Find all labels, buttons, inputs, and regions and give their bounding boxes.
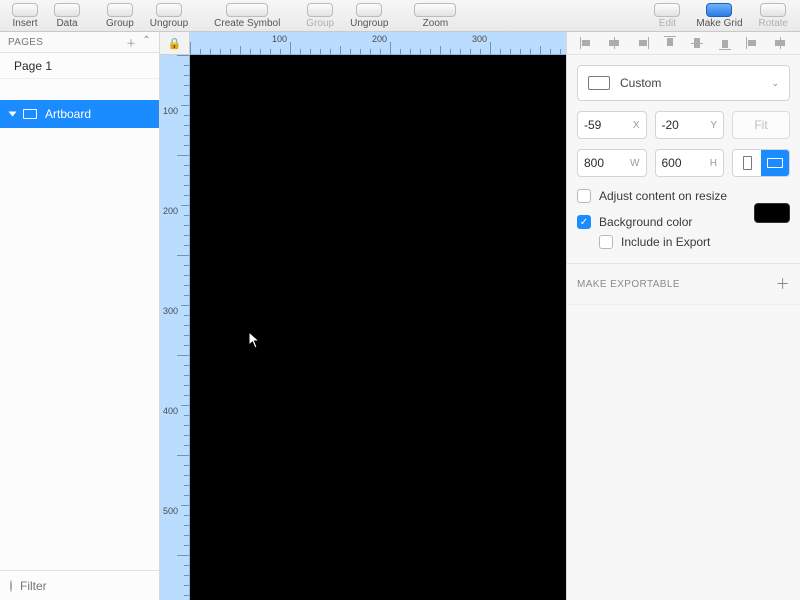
artboard-icon <box>23 109 37 119</box>
tb-ungroup[interactable]: Ungroup <box>142 0 196 29</box>
tb-insert[interactable]: Insert <box>4 0 46 29</box>
include-checkbox[interactable] <box>599 235 613 249</box>
filter-input[interactable] <box>20 579 175 593</box>
h-field[interactable]: H <box>655 149 725 177</box>
align-left-icon[interactable] <box>580 37 594 49</box>
add-page-icon[interactable]: ＋ <box>126 35 136 50</box>
w-field[interactable]: W <box>577 149 647 177</box>
layer-label: Artboard <box>45 107 91 121</box>
chevron-down-icon: ⌄ <box>771 78 779 89</box>
tb-data[interactable]: Data <box>46 0 88 29</box>
layer-artboard[interactable]: Artboard <box>0 100 159 128</box>
include-export-row[interactable]: Include in Export <box>599 235 790 249</box>
canvas[interactable] <box>190 55 566 600</box>
disclosure-icon[interactable] <box>9 112 17 117</box>
layers-list: Artboard <box>0 79 159 570</box>
device-icon <box>588 76 610 90</box>
tb-group-2: Group <box>298 0 342 29</box>
toolbar: Insert Data Group Ungroup Create Symbol … <box>0 0 800 32</box>
fit-button[interactable]: Fit <box>732 111 790 139</box>
distribute-v-icon[interactable] <box>773 37 787 49</box>
bg-color-swatch[interactable] <box>754 203 790 223</box>
filter-bar <box>0 570 159 600</box>
tb-create-symbol[interactable]: Create Symbol <box>206 0 288 29</box>
tb-zoom[interactable]: Zoom <box>406 0 464 29</box>
artboard-surface[interactable] <box>190 55 566 600</box>
left-panel: PAGES ＋ ⌃ Page 1 Artboard <box>0 32 160 600</box>
adjust-checkbox[interactable] <box>577 189 591 203</box>
ruler-corner[interactable]: 🔒 <box>160 32 190 55</box>
align-top-icon[interactable] <box>664 36 676 50</box>
distribute-h-icon[interactable] <box>746 37 760 49</box>
x-field[interactable]: X <box>577 111 647 139</box>
orientation-toggle[interactable] <box>732 149 790 177</box>
size-preset-label: Custom <box>620 76 661 90</box>
canvas-area: 🔒 100200300 100200300400500 <box>160 32 566 600</box>
lock-icon: 🔒 <box>168 37 182 50</box>
collapse-pages-icon[interactable]: ⌃ <box>142 35 151 50</box>
page-row[interactable]: Page 1 <box>0 53 159 79</box>
inspector: Custom ⌄ X Y Fit W H Adjust content on r… <box>566 32 800 600</box>
export-section[interactable]: MAKE EXPORTABLE ＋ <box>567 264 800 305</box>
pages-header: PAGES ＋ ⌃ <box>0 32 159 53</box>
align-row <box>567 32 800 55</box>
add-export-icon[interactable]: ＋ <box>776 274 790 294</box>
size-preset-select[interactable]: Custom ⌄ <box>577 65 790 101</box>
ruler-left[interactable]: 100200300400500 <box>160 55 190 600</box>
orientation-landscape[interactable] <box>761 150 789 176</box>
filter-icon <box>10 580 12 592</box>
y-field[interactable]: Y <box>655 111 725 139</box>
align-right-icon[interactable] <box>635 37 649 49</box>
bg-checkbox[interactable]: ✓ <box>577 215 591 229</box>
orientation-portrait[interactable] <box>733 150 761 176</box>
tb-edit: Edit <box>646 0 688 29</box>
tb-make-grid[interactable]: Make Grid <box>688 0 750 29</box>
ruler-top[interactable]: 100200300 <box>190 32 566 55</box>
align-bottom-icon[interactable] <box>719 36 731 50</box>
align-vcenter-icon[interactable] <box>691 36 703 50</box>
align-hcenter-icon[interactable] <box>607 37 621 49</box>
tb-rotate: Rotate <box>751 0 796 29</box>
tb-ungroup-2[interactable]: Ungroup <box>342 0 396 29</box>
pages-title: PAGES <box>8 37 43 48</box>
adjust-content-row[interactable]: Adjust content on resize <box>577 189 790 203</box>
tb-group[interactable]: Group <box>98 0 142 29</box>
